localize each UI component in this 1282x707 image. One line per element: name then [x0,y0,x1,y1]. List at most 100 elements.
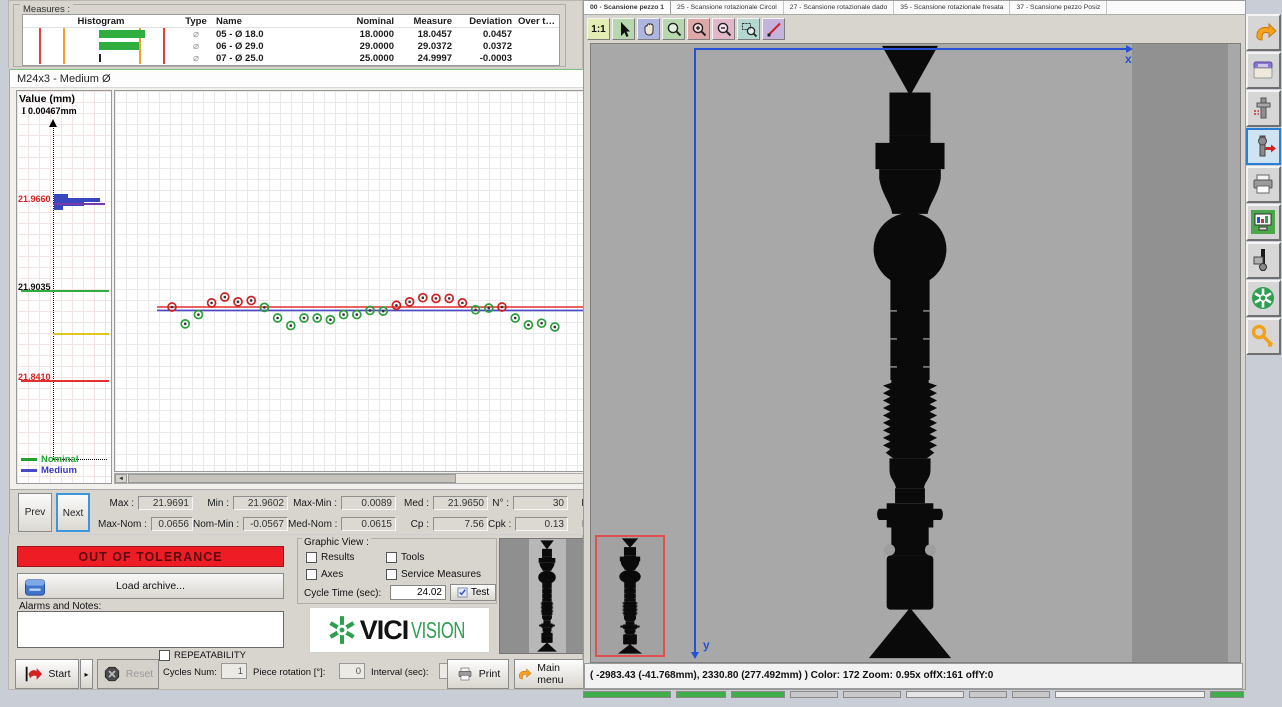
checkbox-icon[interactable] [306,569,317,580]
checkbox-icon[interactable] [306,552,317,563]
taskbar-segment[interactable] [676,691,726,698]
stat-label: Nom-Min : [193,519,243,530]
start-options-button[interactable]: ▸ [80,659,93,689]
value-axis-title: Value (mm) [19,93,75,105]
checkbox-label: Service Measures [401,569,481,580]
table-row[interactable]: ⌀07 - Ø 25.025.000024.9997-0.0003 [23,52,559,64]
data-point-center [408,301,411,304]
stat-value: 21.9602 [233,496,288,510]
alarms-textarea[interactable] [17,611,284,648]
data-point-center [329,318,332,321]
data-point-center [488,307,491,310]
deviation-cell: -0.0003 [455,53,515,64]
measurement-window: Measures : Histogram Type Name Nominal M… [8,0,583,690]
measure-line-button[interactable] [762,18,785,40]
zoom-window-icon [740,20,758,38]
taskbar-segment[interactable] [843,691,901,698]
results-view-button[interactable] [1246,204,1281,241]
col-type: Type [179,16,213,27]
results-view-icon [1250,209,1277,236]
part-canvas[interactable]: x y [590,43,1241,663]
cycles-field[interactable]: 1 [221,663,247,679]
save-archive-button[interactable] [1246,52,1281,89]
graphic-view-checkbox[interactable]: Tools [386,552,424,563]
part-measure-button[interactable] [1246,128,1281,165]
data-point-center [210,302,213,305]
name-cell: 07 - Ø 25.0 [213,53,337,64]
zoom-out-button[interactable] [712,18,735,40]
print-report-button[interactable] [1246,166,1281,203]
taskbar-segment[interactable] [583,691,671,698]
taskbar-segment[interactable] [1210,691,1244,698]
logo-vision-text: VISION [411,617,465,644]
stat-label: Max : [98,498,138,509]
stat-field: Nom-Min :-0.0567 [193,516,288,532]
data-point-center [461,302,464,305]
start-button[interactable]: Start [15,659,79,689]
taskbar-segment[interactable] [906,691,964,698]
fixture-setup-button[interactable] [1246,242,1281,279]
viewer-status-bar: ( -2983.43 (-41.768mm), 2330.80 (277.492… [584,663,1243,689]
scrollbar-thumb[interactable] [128,474,456,483]
zoom-button[interactable] [662,18,685,40]
start-label: Start [48,668,70,680]
taskbar-segment[interactable] [969,691,1007,698]
scroll-left-icon[interactable]: ◄ [115,474,127,483]
pan-hand-button[interactable] [637,18,660,40]
checkbox-icon[interactable] [386,552,397,563]
zoom-in-button[interactable] [687,18,710,40]
col-histogram: Histogram [23,16,179,27]
part-program-button[interactable] [1246,90,1281,127]
taskbar-segment[interactable] [731,691,785,698]
stat-field: Med :21.9650 [396,495,488,511]
tab-scan-0[interactable]: 00 - Scansione pezzo 1 [584,1,671,14]
license-key-icon [1250,323,1277,350]
taskbar-segment[interactable] [1055,691,1205,698]
archive-icon [23,577,47,598]
tab-scan-4[interactable]: 37 - Scansione pezzo Posiz [1010,1,1107,14]
part-silhouette-overview [608,538,652,654]
overview-thumbnail[interactable] [595,535,665,657]
data-point-center [474,308,477,311]
print-icon [456,666,474,682]
select-cursor-button[interactable] [612,18,635,40]
license-key-button[interactable] [1246,318,1281,355]
checkbox-icon[interactable] [386,569,397,580]
print-report-icon [1250,171,1277,198]
graphic-view-checkbox[interactable]: Axes [306,569,343,580]
tab-scan-2[interactable]: 27 - Scansione rotazionale dado [784,1,895,14]
nominal-swatch [21,458,37,461]
table-row[interactable]: ⌀06 - Ø 29.029.000029.03720.0372 [23,40,559,52]
taskbar-segment[interactable] [1012,691,1050,698]
nominal-cell: 18.0000 [337,29,397,40]
rotation-field[interactable]: 0 [339,663,365,679]
graphic-view-checkbox[interactable]: Service Measures [386,569,481,580]
measures-table[interactable]: Histogram Type Name Nominal Measure Devi… [22,14,560,66]
graphic-view-checkbox[interactable]: Results [306,552,354,563]
part-measure-icon [1250,133,1277,160]
tolerance-mark [139,52,141,64]
histogram-bar [99,30,145,38]
next-button[interactable]: Next [56,493,90,532]
repeatability-checkbox[interactable]: REPEATABILITY [159,650,246,661]
data-point-center [448,297,451,300]
scan-tabbar: 00 - Scansione pezzo 125 - Scansione rot… [584,1,1245,15]
test-button[interactable]: Test [450,584,496,601]
prev-button[interactable]: Prev [18,493,52,532]
tab-scan-1[interactable]: 25 - Scansione rotazionale Circol [671,1,784,14]
main-menu-button[interactable] [1246,14,1281,51]
cycle-time-field[interactable]: 24.02 [390,585,446,600]
table-row[interactable]: ⌀05 - Ø 18.018.000018.04570.0457 [23,28,559,40]
tab-scan-3[interactable]: 35 - Scansione rotazionale fresata [894,1,1010,14]
load-archive-button[interactable]: Load archive... [17,573,284,599]
print-button[interactable]: Print [447,659,509,689]
zoom-window-button[interactable] [737,18,760,40]
actual-size-button[interactable]: 1:1 [587,18,610,40]
data-point-center [422,296,425,299]
vici-about-button[interactable] [1246,280,1281,317]
checkbox-icon[interactable] [159,650,170,661]
reset-button[interactable]: Reset [97,659,159,689]
taskbar-segment[interactable] [790,691,838,698]
main-menu-button[interactable]: Main menu [514,659,588,689]
nominal-cell: 25.0000 [337,53,397,64]
